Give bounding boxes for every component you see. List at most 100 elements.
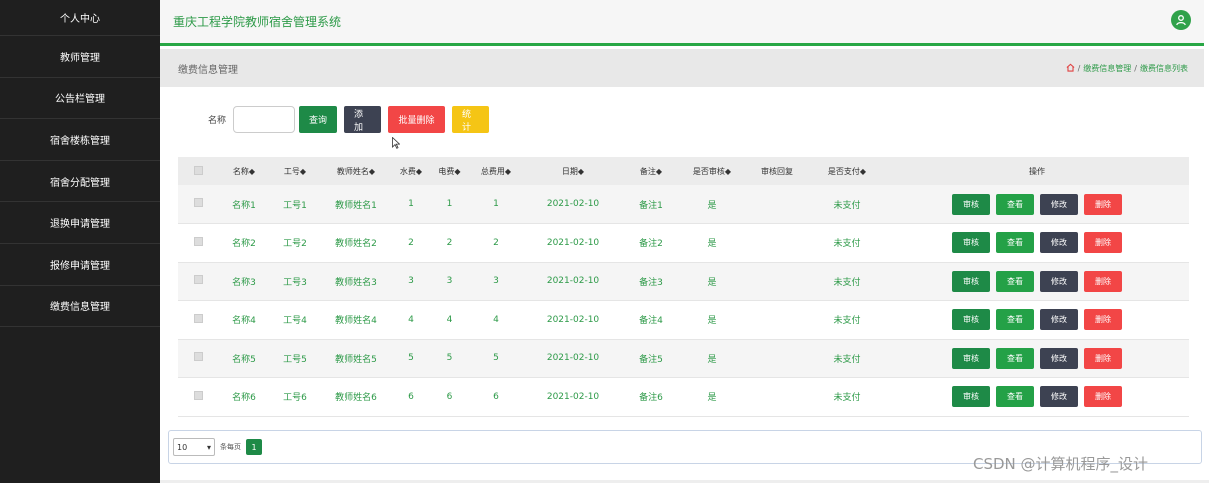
table-row: 名称3 工号3 教师姓名3 3 3 3 2021-02-10 备注3 是 未支付 审核 查看 修改 删除 — [178, 262, 1189, 301]
edit-button[interactable]: 修改 — [1040, 232, 1078, 254]
breadcrumb-bar: 缴费信息管理 / 缴费信息管理 / 缴费信息列表 — [160, 49, 1204, 87]
delete-button[interactable]: 删除 — [1084, 347, 1122, 369]
search-form: 名称 查询 添加 批量删除 统计 — [208, 106, 496, 133]
row-checkbox[interactable] — [193, 236, 203, 246]
cell-paid: 未支付 — [833, 239, 861, 250]
add-button[interactable]: 添加 — [344, 106, 382, 133]
cell-electric: 2 — [446, 237, 453, 248]
cell-id: 工号2 — [283, 239, 307, 250]
view-button[interactable]: 查看 — [996, 232, 1034, 254]
view-button[interactable]: 查看 — [996, 309, 1034, 331]
column-header-electric[interactable]: 电费◆ — [430, 157, 469, 185]
page-size-select[interactable]: 10 ▾ — [173, 438, 215, 456]
column-header-audited[interactable]: 是否审核◆ — [679, 157, 745, 185]
search-input[interactable] — [233, 106, 296, 133]
row-checkbox[interactable] — [193, 198, 203, 207]
cell-teacher: 教师姓名2 — [335, 239, 377, 250]
audit-button[interactable]: 审核 — [952, 270, 990, 292]
cell-total: 4 — [493, 314, 499, 325]
query-button[interactable]: 查询 — [299, 106, 338, 133]
view-button[interactable]: 查看 — [996, 270, 1034, 292]
cell-name: 名称3 — [232, 277, 256, 288]
chevron-down-icon: ▾ — [206, 442, 211, 452]
cell-water: 1 — [408, 199, 414, 209]
column-header-name[interactable]: 名称◆ — [218, 157, 270, 185]
sidebar-item-buildings[interactable]: 宿舍楼栋管理 — [0, 119, 160, 161]
sidebar-item-payment[interactable]: 缴费信息管理 — [0, 286, 160, 328]
cell-audited: 是 — [707, 393, 717, 404]
cell-electric: 6 — [446, 391, 453, 402]
cell-note: 备注2 — [639, 239, 663, 250]
row-checkbox[interactable] — [193, 275, 203, 285]
audit-button[interactable]: 审核 — [952, 193, 990, 215]
column-header-total[interactable]: 总费用◆ — [469, 157, 523, 185]
edit-button[interactable]: 修改 — [1040, 347, 1078, 369]
column-header-paid[interactable]: 是否支付◆ — [809, 157, 885, 185]
column-header-water[interactable]: 水费◆ — [392, 157, 430, 185]
delete-button[interactable]: 删除 — [1084, 309, 1122, 331]
cell-id: 工号3 — [283, 277, 307, 288]
view-button[interactable]: 查看 — [996, 386, 1034, 408]
delete-button[interactable]: 删除 — [1084, 193, 1122, 215]
column-header-id[interactable]: 工号◆ — [270, 157, 320, 185]
sidebar-item-teachers[interactable]: 教师管理 — [0, 36, 160, 78]
row-checkbox[interactable] — [193, 352, 203, 362]
edit-button[interactable]: 修改 — [1040, 386, 1078, 408]
view-button[interactable]: 查看 — [996, 193, 1034, 215]
sidebar-item-profile[interactable]: 个人中心 — [0, 0, 160, 36]
page-title: 缴费信息管理 — [178, 64, 238, 76]
row-checkbox[interactable] — [193, 313, 203, 323]
home-icon[interactable] — [1066, 63, 1075, 74]
cell-note: 备注5 — [639, 354, 663, 365]
cell-teacher: 教师姓名1 — [335, 200, 377, 211]
cell-water: 6 — [408, 391, 414, 402]
cell-audited: 是 — [707, 354, 717, 365]
column-header-note[interactable]: 备注◆ — [623, 157, 679, 185]
audit-button[interactable]: 审核 — [952, 232, 990, 254]
cell-note: 备注1 — [639, 200, 663, 211]
cell-paid: 未支付 — [833, 316, 861, 327]
cell-electric: 1 — [446, 199, 453, 209]
select-all-checkbox[interactable] — [193, 165, 203, 175]
cell-reply — [745, 185, 809, 224]
cell-date: 2021-02-10 — [546, 353, 600, 364]
delete-button[interactable]: 删除 — [1084, 386, 1122, 408]
edit-button[interactable]: 修改 — [1040, 193, 1078, 215]
per-page-label: 条每页 — [220, 443, 241, 451]
cell-paid: 未支付 — [833, 277, 861, 288]
cell-reply — [745, 224, 809, 263]
column-header-date[interactable]: 日期◆ — [523, 157, 623, 185]
statistics-button[interactable]: 统计 — [452, 106, 490, 133]
cell-paid: 未支付 — [833, 200, 861, 211]
column-header-reply: 审核回复 — [761, 166, 793, 176]
page-button-1[interactable]: 1 — [246, 439, 262, 455]
edit-button[interactable]: 修改 — [1040, 270, 1078, 292]
cell-water: 5 — [408, 353, 414, 364]
audit-button[interactable]: 审核 — [952, 347, 990, 369]
sidebar-item-repair[interactable]: 报修申请管理 — [0, 244, 160, 286]
batch-delete-button[interactable]: 批量删除 — [388, 106, 446, 133]
cell-note: 备注3 — [639, 277, 663, 288]
sidebar-item-exchange[interactable]: 退换申请管理 — [0, 202, 160, 244]
cell-id: 工号4 — [283, 316, 307, 327]
edit-button[interactable]: 修改 — [1040, 309, 1078, 331]
delete-button[interactable]: 删除 — [1084, 232, 1122, 254]
sidebar-item-notices[interactable]: 公告栏管理 — [0, 78, 160, 120]
row-checkbox[interactable] — [193, 390, 203, 400]
cell-reply — [745, 301, 809, 340]
breadcrumb-level1[interactable]: 缴费信息管理 — [1083, 63, 1131, 74]
cell-water: 4 — [408, 314, 414, 325]
breadcrumb-separator: / — [1077, 63, 1081, 73]
column-header-teacher[interactable]: 教师姓名◆ — [320, 157, 392, 185]
view-button[interactable]: 查看 — [996, 347, 1034, 369]
sidebar-item-allocation[interactable]: 宿舍分配管理 — [0, 161, 160, 203]
cell-paid: 未支付 — [833, 354, 861, 365]
breadcrumb-separator: / — [1134, 63, 1137, 73]
audit-button[interactable]: 审核 — [952, 386, 990, 408]
user-icon[interactable] — [1171, 10, 1191, 30]
page-size-value: 10 — [177, 442, 188, 452]
audit-button[interactable]: 审核 — [952, 309, 990, 331]
cell-note: 备注6 — [639, 393, 663, 404]
delete-button[interactable]: 删除 — [1084, 270, 1122, 292]
cell-name: 名称1 — [232, 200, 256, 211]
